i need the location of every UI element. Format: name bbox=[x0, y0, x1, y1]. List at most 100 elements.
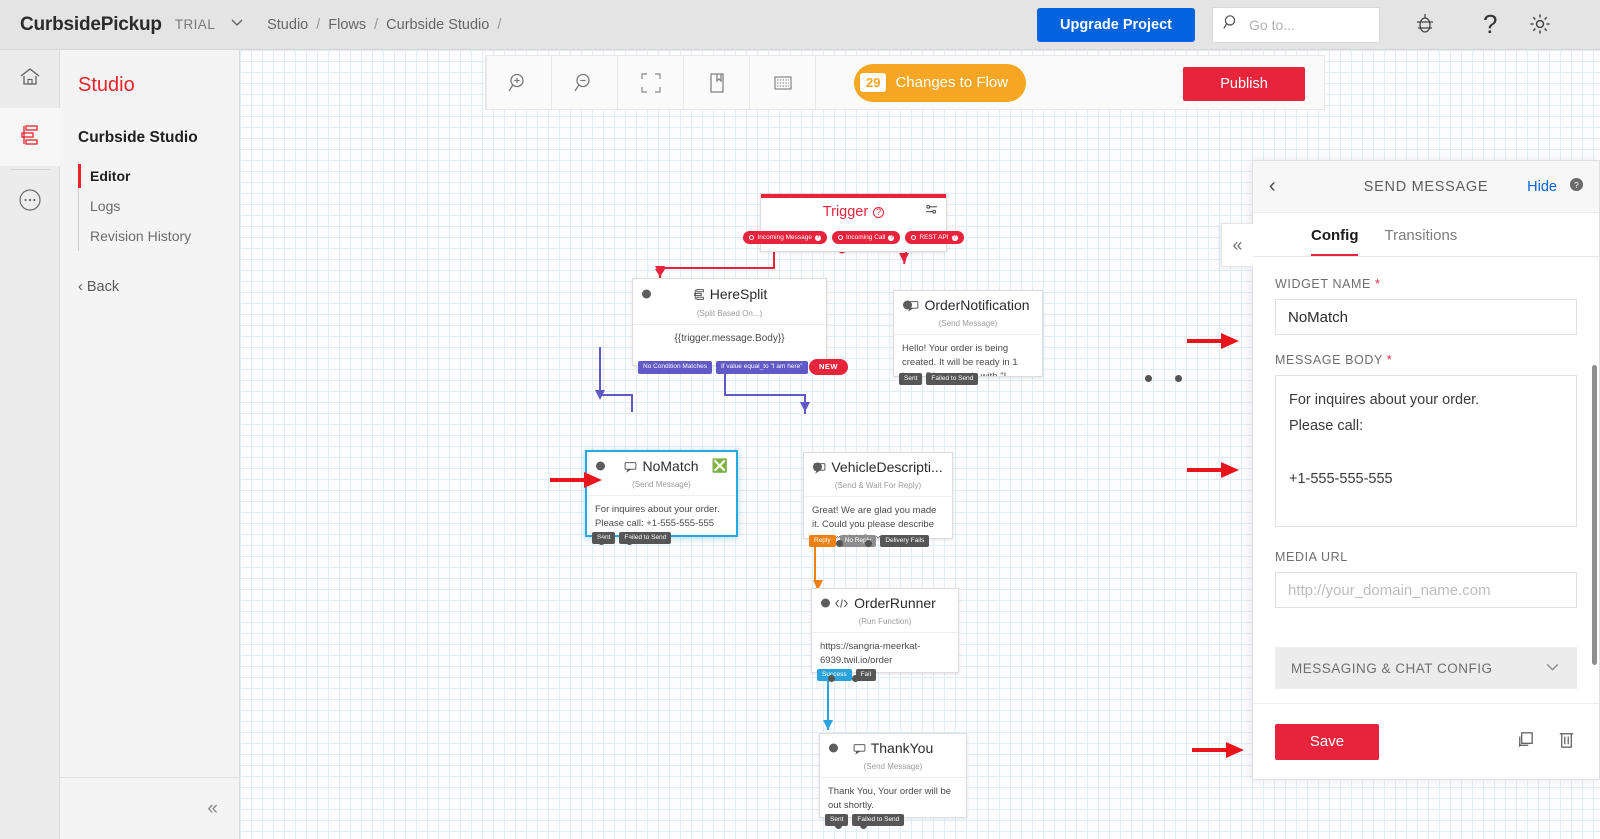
flow-node-heresplit[interactable]: HereSplit (Split Based On...) {{trigger.… bbox=[632, 278, 848, 375]
panel-back-icon[interactable]: ‹ bbox=[1269, 175, 1276, 198]
rail-item-home[interactable] bbox=[0, 50, 60, 108]
breadcrumb-item-curbside-studio[interactable]: Curbside Studio bbox=[386, 17, 489, 33]
widget-config-panel: « ‹ SEND MESSAGE Hide ? Config Transitio… bbox=[1221, 160, 1600, 780]
flow-node-ordernotification[interactable]: OrderNotification (Send Message) Hello! … bbox=[893, 290, 1043, 385]
publish-button[interactable]: Publish bbox=[1183, 67, 1305, 101]
zoom-in-button[interactable] bbox=[486, 55, 552, 110]
close-icon[interactable]: ❎ bbox=[712, 458, 728, 474]
node-header: VehicleDescripti... bbox=[804, 453, 952, 481]
new-badge[interactable]: NEW bbox=[809, 359, 848, 375]
node-title: HereSplit bbox=[692, 286, 767, 302]
sidebar-item-revision-history[interactable]: Revision History bbox=[79, 221, 239, 251]
node-body: Great! We are glad you made it. Could yo… bbox=[804, 496, 952, 538]
breadcrumb-item-flows[interactable]: Flows bbox=[328, 17, 366, 33]
widget-name-label-text: WIDGET NAME bbox=[1275, 277, 1371, 291]
required-marker: * bbox=[1375, 277, 1381, 291]
help-icon[interactable]: ? bbox=[1569, 177, 1584, 197]
back-label: Back bbox=[86, 279, 120, 295]
help-icon[interactable]: ? bbox=[873, 206, 885, 218]
panel-scrollbar[interactable] bbox=[1592, 365, 1597, 665]
changes-label: Changes to Flow bbox=[895, 74, 1009, 91]
breadcrumb-item-studio[interactable]: Studio bbox=[267, 17, 308, 33]
rail-divider bbox=[9, 169, 50, 170]
sidebar-project-name: Curbside Studio bbox=[78, 129, 198, 146]
help-icon[interactable]: ? bbox=[1483, 11, 1497, 37]
node-pill-if-value-equal-to[interactable]: If value equal_to "I am here" bbox=[715, 361, 808, 374]
panel-footer-icons bbox=[1515, 729, 1577, 755]
changes-to-flow-badge[interactable]: 29 Changes to Flow bbox=[854, 63, 1027, 102]
tab-transitions[interactable]: Transitions bbox=[1384, 227, 1457, 256]
media-url-input[interactable] bbox=[1275, 572, 1577, 608]
code-icon bbox=[835, 598, 849, 608]
sidebar-item-logs[interactable]: Logs bbox=[79, 191, 239, 221]
node-title-text: NoMatch bbox=[642, 458, 699, 474]
widget-name-input[interactable] bbox=[1275, 299, 1577, 335]
fit-screen-button[interactable] bbox=[618, 55, 684, 110]
node-output-dot bbox=[626, 538, 633, 545]
panel-collapse-button[interactable]: « bbox=[1221, 223, 1253, 267]
message-icon bbox=[625, 461, 637, 473]
node-header: ThankYou bbox=[820, 734, 966, 762]
search-box[interactable] bbox=[1212, 7, 1380, 43]
sidebar-nav: Editor Logs Revision History bbox=[77, 161, 239, 251]
duplicate-icon[interactable] bbox=[1515, 729, 1536, 755]
trigger-pill-incoming-message[interactable]: Incoming Message ? bbox=[743, 231, 828, 244]
flow-node-thankyou[interactable]: ThankYou (Send Message) Thank You, Your … bbox=[819, 733, 967, 826]
node-pill-delivery-fails[interactable]: Delivery Fails bbox=[880, 534, 930, 547]
node-pill-failed-to-send[interactable]: Failed to Send bbox=[926, 372, 979, 385]
node-header: Trigger ? bbox=[761, 198, 946, 226]
node-title: ThankYou bbox=[853, 740, 934, 756]
node-input-dot bbox=[821, 598, 830, 608]
tab-config[interactable]: Config bbox=[1311, 227, 1359, 256]
sidebar-item-editor[interactable]: Editor bbox=[77, 161, 239, 191]
search-input[interactable] bbox=[1249, 17, 1369, 33]
flow-node-orderrunner[interactable]: OrderRunner (Run Function) https://sangr… bbox=[811, 588, 959, 681]
annotation-arrow-widget-name bbox=[1187, 333, 1239, 349]
more-icon bbox=[17, 187, 43, 218]
debugger-icon[interactable] bbox=[1412, 11, 1438, 42]
save-button[interactable]: Save bbox=[1275, 723, 1379, 760]
rail-item-more[interactable] bbox=[0, 173, 60, 231]
sidebar-collapse-button[interactable]: « bbox=[60, 777, 240, 839]
help-icon: ? bbox=[951, 234, 958, 241]
gear-icon[interactable] bbox=[1527, 11, 1553, 42]
sidebar-title: Studio bbox=[78, 74, 135, 96]
node-title-text: ThankYou bbox=[870, 740, 934, 756]
breadcrumb: Studio / Flows / Curbside Studio / bbox=[267, 17, 501, 33]
node-title: OrderRunner bbox=[834, 595, 936, 611]
node-settings-icon[interactable] bbox=[925, 203, 938, 221]
node-pill-group: Sent Failed to Send bbox=[899, 372, 979, 385]
circle-icon bbox=[911, 235, 917, 240]
zoom-out-button[interactable] bbox=[552, 55, 618, 110]
trigger-pill-rest-api[interactable]: REST API ? bbox=[905, 231, 964, 244]
message-body-textarea[interactable]: For inquires about your order. Please ca… bbox=[1275, 375, 1577, 527]
flow-node-vehicledescription[interactable]: VehicleDescripti... (Send & Wait For Rep… bbox=[803, 452, 953, 547]
upgrade-project-button[interactable]: Upgrade Project bbox=[1037, 8, 1195, 42]
circle-icon bbox=[838, 235, 844, 240]
node-header: HereSplit bbox=[633, 279, 826, 309]
pill-label: REST API bbox=[919, 234, 949, 241]
back-link[interactable]: ‹ Back bbox=[78, 279, 239, 295]
flow-node-trigger[interactable]: Trigger ? Incoming Message ? Incoming Ca… bbox=[743, 193, 964, 252]
home-icon bbox=[18, 65, 42, 94]
library-button[interactable] bbox=[684, 55, 750, 110]
delete-icon[interactable] bbox=[1556, 729, 1577, 755]
chevron-down-icon[interactable] bbox=[229, 14, 245, 35]
panel-hide-link[interactable]: Hide bbox=[1527, 179, 1557, 195]
node-title: Trigger ? bbox=[823, 204, 885, 220]
node-pill-reply[interactable]: Reply bbox=[809, 534, 836, 547]
node-pill-no-condition-matches[interactable]: No Condition Matches bbox=[638, 361, 712, 374]
node-header: OrderRunner bbox=[812, 589, 958, 617]
search-icon bbox=[1223, 14, 1240, 36]
changes-count: 29 bbox=[860, 73, 887, 92]
node-pill-sent[interactable]: Sent bbox=[899, 372, 923, 385]
node-output-dot bbox=[1175, 375, 1182, 382]
grid-button[interactable] bbox=[750, 55, 816, 110]
messaging-chat-config-section[interactable]: MESSAGING & CHAT CONFIG bbox=[1275, 647, 1577, 689]
top-bar: CurbsidePickup TRIAL Studio / Flows / Cu… bbox=[0, 0, 1600, 50]
node-output-dot bbox=[1145, 375, 1152, 382]
trigger-pill-incoming-call[interactable]: Incoming Call ? bbox=[832, 231, 901, 244]
circle-icon bbox=[749, 235, 755, 240]
rail-item-studio[interactable] bbox=[0, 108, 60, 166]
panel-header: ‹ SEND MESSAGE Hide ? bbox=[1253, 161, 1599, 213]
